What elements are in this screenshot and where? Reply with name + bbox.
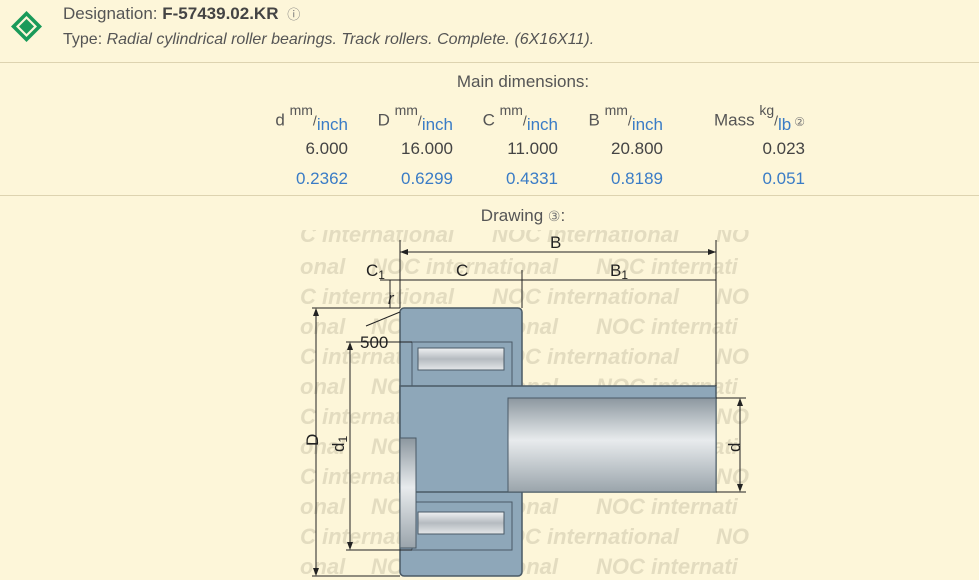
type-line: Type: Radial cylindrical roller bearings…	[63, 31, 594, 49]
svg-text:NOC international: NOC international	[492, 230, 680, 247]
dim-value-mm: 20.800	[611, 139, 663, 158]
dim-header-d: d mm/inch	[275, 102, 348, 134]
unit-mm: mm	[604, 102, 628, 118]
dim-header-C: C mm/inch	[482, 102, 558, 134]
dim-value-inch: 0.6299	[401, 169, 453, 188]
dim-symbol: d	[275, 110, 285, 130]
dim-value-kg: 0.023	[762, 139, 805, 158]
unit-inch: inch	[421, 114, 453, 134]
svg-text:NOC internati: NOC internati	[596, 554, 739, 579]
label-B: B	[550, 233, 561, 252]
unit-inch: inch	[526, 114, 558, 134]
product-header: Designation: F-57439.02.KR ⓘ Type: Radia…	[0, 0, 979, 63]
bearing-drawing: C international NOC international NO onal N…	[300, 230, 749, 579]
dim-column-C: C mm/inch 11.000 0.4331	[460, 98, 558, 196]
dim-value-mm: 6.000	[305, 139, 348, 158]
label-500: 500	[360, 333, 388, 352]
dim-header-D: D mm/inch	[377, 102, 453, 134]
designation-label: Designation:	[63, 4, 158, 23]
type-label: Type:	[63, 31, 103, 48]
dim-column-d: d mm/inch 6.000 0.2362	[250, 98, 348, 196]
roller-bottom	[417, 511, 505, 535]
type-value: Radial cylindrical roller bearings. Trac…	[106, 31, 595, 48]
dim-value-lb: 0.051	[762, 169, 805, 188]
unit-mm: mm	[289, 102, 313, 118]
designation-line: Designation: F-57439.02.KR ⓘ	[63, 4, 300, 24]
designation-value: F-57439.02.KR	[162, 4, 279, 23]
dim-column-B: B mm/inch 20.800 0.8189	[565, 98, 663, 196]
drawing-title: Drawing ③:	[480, 206, 566, 225]
svg-text:C international: C international	[300, 230, 455, 247]
svg-text:onal: onal	[300, 554, 346, 579]
footnote-2-icon[interactable]: ②	[794, 115, 805, 129]
svg-text:onal: onal	[300, 374, 346, 399]
dim-column-D: D mm/inch 16.000 0.6299	[355, 98, 453, 196]
svg-text:NO: NO	[716, 344, 749, 369]
dim-symbol: D	[377, 110, 390, 130]
label-D: D	[303, 434, 322, 446]
unit-inch: inch	[631, 114, 663, 134]
svg-text:NOC internati: NOC internati	[596, 314, 739, 339]
svg-text:NO: NO	[716, 284, 749, 309]
main-dimensions-title: Main dimensions:	[456, 72, 590, 91]
dim-column-mass: Mass kg/lb ② 0.023 0.051	[680, 98, 805, 196]
svg-text:NO: NO	[716, 230, 749, 247]
label-C: C	[456, 261, 468, 280]
dim-value-inch: 0.2362	[296, 169, 348, 188]
drawing-title-text: Drawing	[480, 206, 544, 225]
dim-value-mm: 11.000	[507, 139, 558, 158]
dim-symbol: B	[588, 110, 600, 130]
label-d: d	[725, 443, 744, 452]
dim-symbol: C	[482, 110, 495, 130]
svg-text:NO: NO	[716, 524, 749, 549]
unit-kg: kg	[759, 102, 775, 118]
svg-text:onal: onal	[300, 254, 346, 279]
svg-text:NOC international: NOC international	[492, 284, 680, 309]
dim-value-inch: 0.4331	[506, 169, 558, 188]
main-dimensions-section: Main dimensions: d mm/inch 6.000 0.2362 …	[0, 64, 979, 196]
unit-mm: mm	[499, 102, 523, 118]
roller-top	[417, 347, 505, 371]
svg-text:onal: onal	[300, 494, 346, 519]
svg-text:C international: C international	[300, 284, 455, 309]
ina-logo-icon	[11, 11, 42, 42]
svg-text:NO: NO	[716, 464, 749, 489]
dim-value-inch: 0.8189	[611, 169, 663, 188]
info-circle-icon[interactable]: ⓘ	[287, 7, 300, 22]
dim-symbol: Mass	[713, 110, 755, 130]
dim-value-mm: 16.000	[401, 139, 453, 158]
footnote-3-icon[interactable]: ③	[548, 208, 561, 224]
unit-mm: mm	[394, 102, 418, 118]
dim-header-mass: Mass kg/lb ②	[713, 102, 805, 134]
unit-lb: lb	[778, 114, 792, 134]
dim-header-B: B mm/inch	[588, 102, 663, 134]
svg-text:NO: NO	[716, 404, 749, 429]
svg-text:onal: onal	[300, 314, 346, 339]
svg-text:NOC internati: NOC internati	[596, 494, 739, 519]
unit-inch: inch	[316, 114, 348, 134]
